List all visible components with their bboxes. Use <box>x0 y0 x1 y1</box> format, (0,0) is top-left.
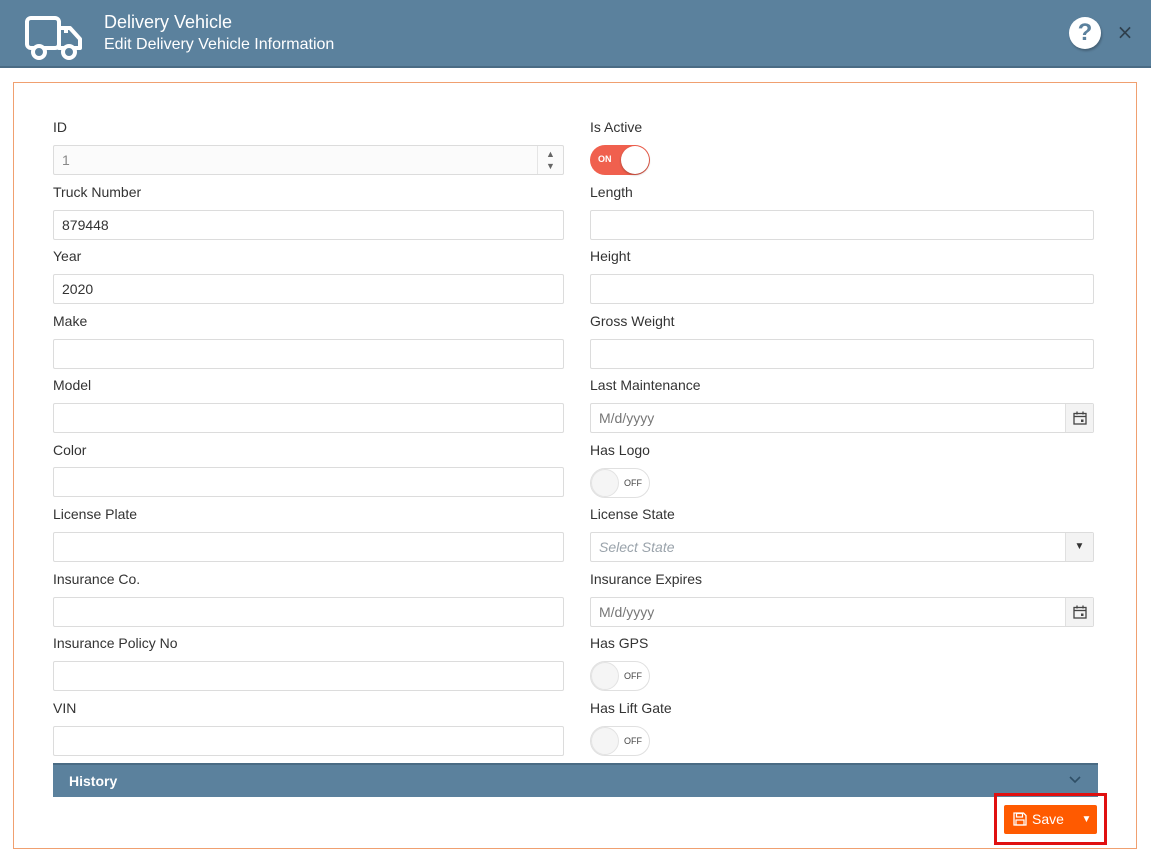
has-logo-state: OFF <box>624 478 642 488</box>
license-plate-input[interactable] <box>53 532 564 562</box>
last-maintenance-label: Last Maintenance <box>590 377 701 393</box>
increment-icon[interactable]: ▲ <box>538 148 563 160</box>
close-icon[interactable]: × <box>1116 20 1134 44</box>
id-value: 1 <box>62 152 70 168</box>
calendar-icon[interactable] <box>1065 404 1093 432</box>
floppy-disk-icon <box>1013 812 1027 826</box>
year-label: Year <box>53 248 82 264</box>
last-maintenance-input[interactable]: M/d/yyyy <box>590 403 1094 433</box>
make-input[interactable] <box>53 339 564 369</box>
length-input[interactable] <box>590 210 1094 240</box>
license-state-select[interactable]: Select State ▼ <box>590 532 1094 562</box>
decrement-icon[interactable]: ▼ <box>538 160 563 172</box>
id-label: ID <box>53 119 67 135</box>
is-active-toggle[interactable]: ON <box>590 145 650 175</box>
model-input[interactable] <box>53 403 564 433</box>
toggle-knob <box>591 727 619 755</box>
length-label: Length <box>590 184 633 200</box>
is-active-state: ON <box>598 154 612 164</box>
has-lift-gate-label: Has Lift Gate <box>590 700 672 716</box>
insurance-co-input[interactable] <box>53 597 564 627</box>
help-icon[interactable]: ? <box>1069 17 1101 49</box>
chevron-down-icon[interactable]: ▼ <box>1065 533 1093 561</box>
insurance-policy-label: Insurance Policy No <box>53 635 178 651</box>
year-value: 2020 <box>62 281 94 297</box>
has-logo-label: Has Logo <box>590 442 650 458</box>
has-lift-gate-state: OFF <box>624 736 642 746</box>
has-gps-state: OFF <box>624 671 642 681</box>
toggle-knob <box>591 469 619 497</box>
year-input[interactable]: 2020 <box>53 274 564 304</box>
last-maintenance-placeholder: M/d/yyyy <box>599 410 655 426</box>
height-input[interactable] <box>590 274 1094 304</box>
insurance-expires-input[interactable]: M/d/yyyy <box>590 597 1094 627</box>
is-active-label: Is Active <box>590 119 643 135</box>
truck-number-value: 879448 <box>62 217 109 233</box>
insurance-policy-input[interactable] <box>53 661 564 691</box>
history-section[interactable]: History <box>53 763 1098 797</box>
chevron-down-icon[interactable] <box>1068 772 1082 786</box>
insurance-expires-label: Insurance Expires <box>590 571 703 587</box>
has-gps-label: Has GPS <box>590 635 649 651</box>
gross-weight-label: Gross Weight <box>590 313 675 329</box>
insurance-co-label: Insurance Co. <box>53 571 141 587</box>
truck-icon <box>25 16 82 60</box>
make-label: Make <box>53 313 88 329</box>
truck-number-input[interactable]: 879448 <box>53 210 564 240</box>
history-label: History <box>69 773 118 789</box>
color-input[interactable] <box>53 467 564 497</box>
save-button[interactable]: Save ▼ <box>1004 805 1097 834</box>
height-label: Height <box>590 248 631 264</box>
save-label: Save <box>1032 811 1064 827</box>
has-lift-gate-toggle[interactable]: OFF <box>590 726 650 756</box>
license-state-label: License State <box>590 506 675 522</box>
insurance-expires-placeholder: M/d/yyyy <box>599 604 655 620</box>
toggle-knob <box>621 146 649 174</box>
id-stepper[interactable]: ▲ ▼ <box>537 146 563 174</box>
vin-label: VIN <box>53 700 77 716</box>
save-main-button[interactable]: Save <box>1004 805 1074 834</box>
dialog-header: Delivery Vehicle Edit Delivery Vehicle I… <box>0 0 1151 68</box>
has-logo-toggle[interactable]: OFF <box>590 468 650 498</box>
has-gps-toggle[interactable]: OFF <box>590 661 650 691</box>
dialog-subtitle: Edit Delivery Vehicle Information <box>104 36 335 53</box>
model-label: Model <box>53 377 92 393</box>
color-label: Color <box>53 442 87 458</box>
toggle-knob <box>591 662 619 690</box>
gross-weight-input[interactable] <box>590 339 1094 369</box>
license-plate-label: License Plate <box>53 506 138 522</box>
vin-input[interactable] <box>53 726 564 756</box>
chevron-down-icon[interactable]: ▼ <box>1076 805 1097 834</box>
calendar-icon[interactable] <box>1065 598 1093 626</box>
license-state-placeholder: Select State <box>599 539 675 555</box>
truck-number-label: Truck Number <box>53 184 142 200</box>
id-input[interactable]: 1 ▲ ▼ <box>53 145 564 175</box>
dialog-title: Delivery Vehicle <box>104 12 233 32</box>
